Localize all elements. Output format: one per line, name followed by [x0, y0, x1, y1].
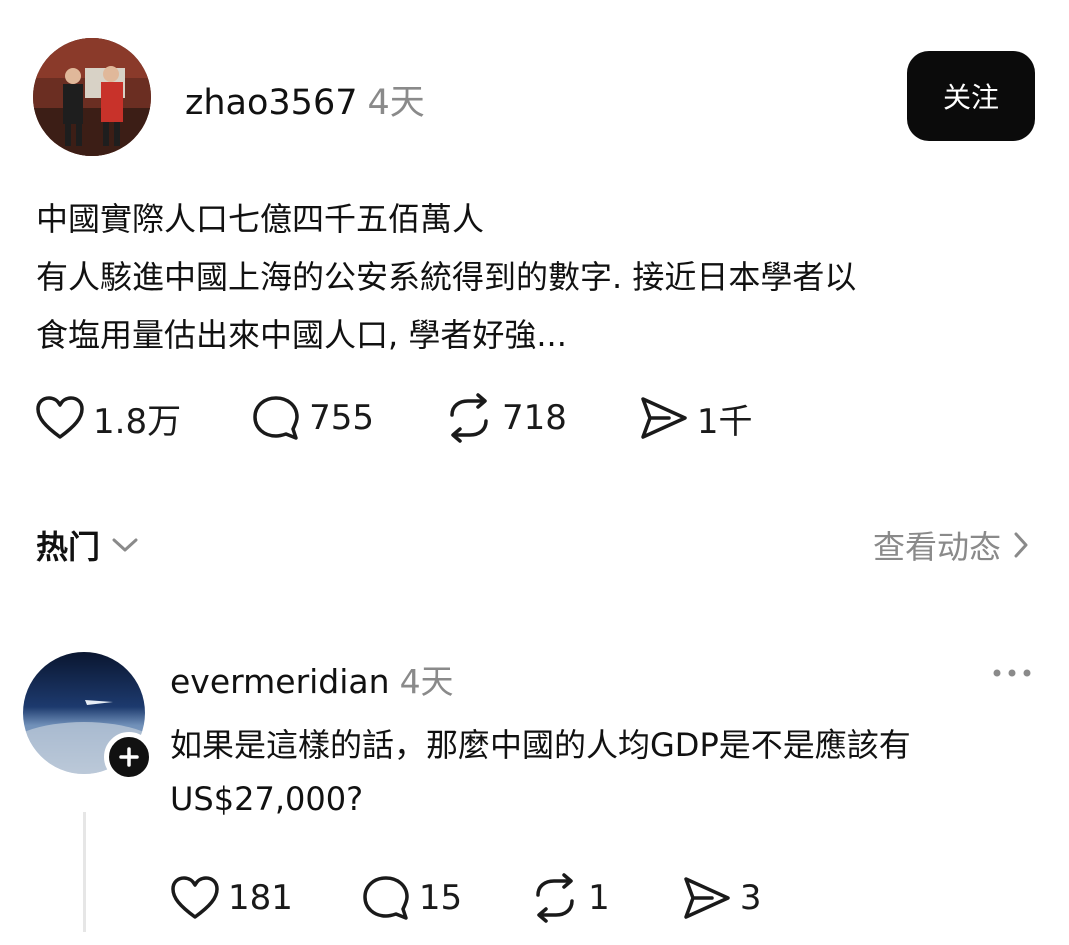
sort-label: 热门: [36, 528, 101, 566]
chevron-down-icon: [112, 538, 138, 552]
comment-time: 4天: [399, 662, 454, 701]
comment-like-count: 181: [228, 878, 293, 918]
comment-actions: 181 15 1 3: [170, 873, 761, 923]
chevron-right-icon: [1014, 532, 1028, 558]
comment-repost-button[interactable]: 1: [530, 873, 610, 923]
repost-icon: [536, 873, 574, 923]
sort-dropdown[interactable]: 热门: [36, 522, 140, 568]
like-count: 1.8万: [93, 401, 182, 442]
more-options-button[interactable]: [992, 665, 1032, 684]
follow-plus-button[interactable]: [104, 732, 154, 782]
share-count: 1千: [696, 401, 753, 442]
view-activity-link[interactable]: 查看动态: [873, 522, 1029, 568]
comment-repost-count: 1: [588, 878, 610, 918]
comment-share-count: 3: [739, 878, 762, 918]
comment-button[interactable]: 755: [251, 394, 374, 442]
comment-text: 如果是這樣的話，那麼中國的人均GDP是不是應該有 US$27,000?: [170, 726, 911, 818]
plus-icon: [119, 747, 139, 767]
send-icon: [684, 877, 730, 919]
view-activity-label: 查看动态: [872, 528, 1001, 566]
comment-username[interactable]: evermeridian 4天: [170, 655, 454, 703]
more-dots-icon: [993, 669, 1031, 677]
heart-icon: [36, 396, 84, 439]
comment-bubble-icon: [253, 396, 299, 440]
send-icon: [641, 397, 687, 439]
thread-line: [83, 812, 86, 932]
repost-icon: [450, 393, 488, 443]
post-avatar[interactable]: [33, 38, 151, 156]
username-text[interactable]: zhao3567: [185, 83, 358, 123]
share-button[interactable]: 1千: [639, 394, 753, 443]
comment-like-button[interactable]: 181: [170, 875, 293, 921]
like-button[interactable]: 1.8万: [35, 394, 181, 443]
comment-reply-count: 15: [418, 878, 463, 918]
heart-icon: [171, 876, 219, 919]
post-username[interactable]: zhao3567 4天: [185, 74, 425, 125]
comment-share-button[interactable]: 3: [682, 875, 762, 921]
repost-button[interactable]: 718: [444, 393, 567, 443]
follow-button[interactable]: 关注: [907, 51, 1035, 141]
post-actions: 1.8万 755 718 1千: [35, 393, 753, 443]
post-time: 4天: [367, 83, 425, 123]
repost-count: 718: [501, 398, 567, 438]
comment-bubble-icon: [363, 876, 409, 920]
comment-username-text[interactable]: evermeridian: [170, 662, 390, 701]
comment-count: 755: [309, 398, 374, 438]
comment-reply-button[interactable]: 15: [361, 874, 462, 922]
post-text: 中國實際人口七億四千五佰萬人 有人駭進中國上海的公安系統得到的數字. 接近日本學…: [36, 200, 857, 354]
